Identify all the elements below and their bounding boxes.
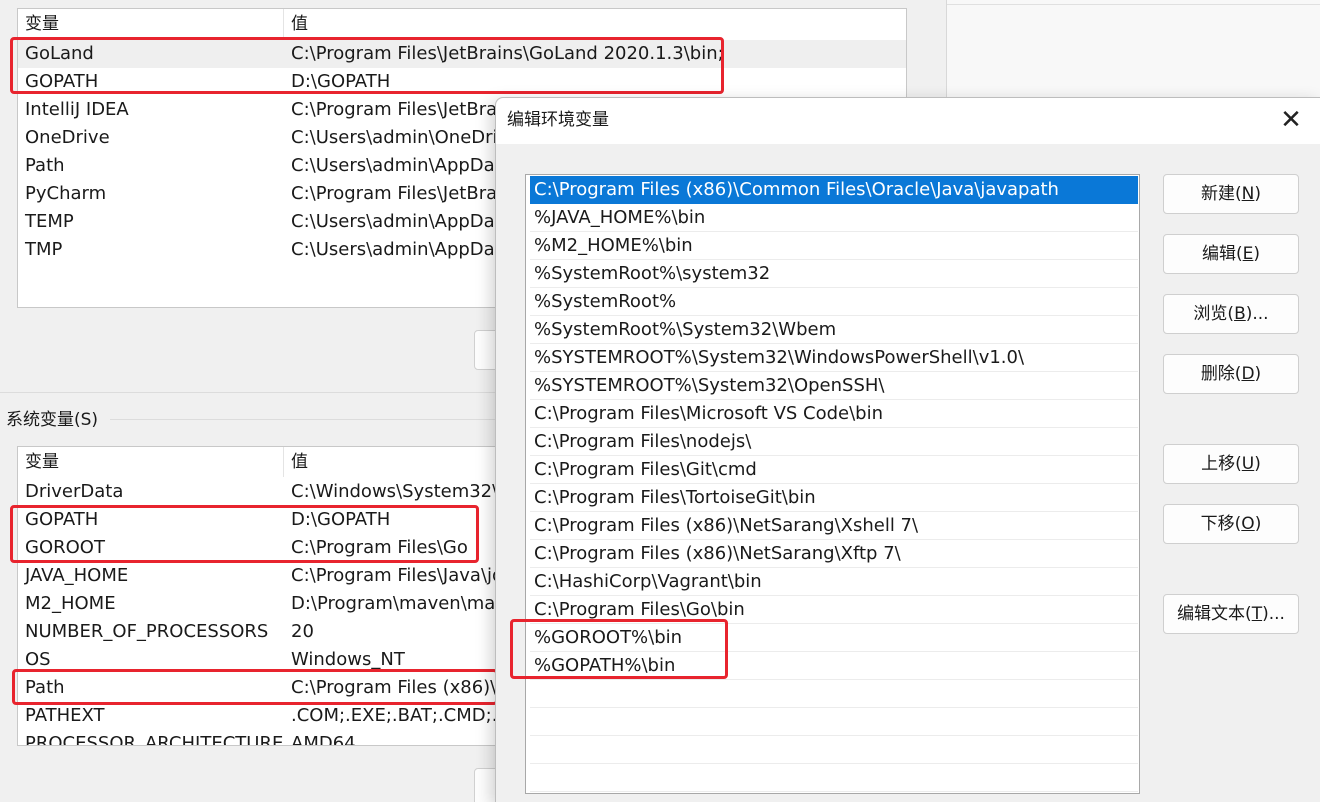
variable-name-cell: Path xyxy=(25,155,65,176)
dialog-titlebar: 编辑环境变量 ✕ xyxy=(496,98,1320,144)
variable-name-cell: GoLand xyxy=(25,43,94,64)
browse-button-label: 浏览( xyxy=(1193,304,1235,324)
new-button-tail: ) xyxy=(1254,184,1261,204)
variable-name-cell: GOROOT xyxy=(25,537,105,558)
delete-button-key: D xyxy=(1241,364,1255,384)
variable-name-cell: DriverData xyxy=(25,481,124,502)
variable-value-cell: D:\GOPATH xyxy=(291,71,391,92)
browse-button[interactable]: 浏览(B)... xyxy=(1163,294,1299,334)
variable-name-cell: Path xyxy=(25,677,65,698)
list-empty-row xyxy=(530,680,1138,708)
list-item[interactable]: %SYSTEMROOT%\System32\WindowsPowerShell\… xyxy=(530,344,1138,372)
variable-value-cell: C:\Program Files\JetBrains\GoLand 2020.1… xyxy=(291,43,724,64)
new-button-key: N xyxy=(1241,184,1255,204)
list-item[interactable]: C:\Program Files\Go\bin xyxy=(530,596,1138,624)
move-down-button-key: O xyxy=(1241,514,1255,534)
variable-name-cell: JAVA_HOME xyxy=(25,565,129,586)
delete-button-tail: ) xyxy=(1254,364,1262,384)
list-item[interactable]: C:\Program Files (x86)\Common Files\Orac… xyxy=(530,176,1138,204)
edit-button-label: 编辑( xyxy=(1201,244,1243,264)
move-down-button-label: 下移( xyxy=(1200,514,1242,534)
column-header-name[interactable]: 变量 xyxy=(18,9,284,39)
edit-text-button-tail: )... xyxy=(1262,604,1285,624)
list-item[interactable]: %SYSTEMROOT%\System32\OpenSSH\ xyxy=(530,372,1138,400)
variable-name-cell: OS xyxy=(25,649,51,670)
move-up-button-tail: ) xyxy=(1254,454,1261,474)
list-item[interactable]: C:\Program Files (x86)\NetSarang\Xshell … xyxy=(530,512,1138,540)
list-item[interactable]: %GOROOT%\bin xyxy=(530,624,1138,652)
table-row[interactable]: GOPATH D:\GOPATH xyxy=(18,68,906,96)
system-variables-label: 系统变量(S) xyxy=(6,410,99,430)
list-empty-row xyxy=(530,764,1138,792)
edit-button-tail: ) xyxy=(1253,244,1261,264)
path-entries-list[interactable]: C:\Program Files (x86)\Common Files\Orac… xyxy=(525,174,1140,794)
user-variables-header: 变量 值 xyxy=(18,9,906,39)
delete-button[interactable]: 删除(D) xyxy=(1163,354,1299,394)
list-item[interactable]: C:\Program Files\Git\cmd xyxy=(530,456,1138,484)
browse-button-key: B xyxy=(1234,304,1246,324)
list-item[interactable]: %GOPATH%\bin xyxy=(530,652,1138,680)
dialog-title: 编辑环境变量 xyxy=(507,110,609,130)
move-down-button-tail: ) xyxy=(1254,514,1262,534)
path-entries: C:\Program Files (x86)\Common Files\Orac… xyxy=(530,176,1138,792)
list-item[interactable]: %SystemRoot%\System32\Wbem xyxy=(530,316,1138,344)
list-item[interactable]: C:\HashiCorp\Vagrant\bin xyxy=(530,568,1138,596)
edit-button-key: E xyxy=(1242,244,1254,264)
variable-name-cell: PROCESSOR_ARCHITECTURE xyxy=(25,733,284,746)
variable-name-cell: TMP xyxy=(25,239,63,260)
edit-button[interactable]: 编辑(E) xyxy=(1163,234,1299,274)
variable-name-cell: PyCharm xyxy=(25,183,107,204)
move-up-button[interactable]: 上移(U) xyxy=(1163,444,1299,484)
new-button[interactable]: 新建(N) xyxy=(1163,174,1299,214)
move-up-button-label: 上移( xyxy=(1201,454,1242,474)
list-item[interactable]: C:\Program Files (x86)\NetSarang\Xftp 7\ xyxy=(530,540,1138,568)
column-header-value[interactable]: 值 xyxy=(284,9,906,39)
edit-text-button[interactable]: 编辑文本(T)... xyxy=(1163,594,1299,634)
variable-name-cell: IntelliJ IDEA xyxy=(25,99,129,120)
delete-button-label: 删除( xyxy=(1200,364,1242,384)
move-up-button-key: U xyxy=(1241,454,1255,474)
edit-text-button-key: T xyxy=(1251,604,1263,624)
variable-name-cell: GOPATH xyxy=(25,71,99,92)
table-row[interactable]: GoLand C:\Program Files\JetBrains\GoLand … xyxy=(18,40,906,68)
list-item[interactable]: %SystemRoot%\system32 xyxy=(530,260,1138,288)
close-icon[interactable]: ✕ xyxy=(1276,106,1306,136)
edit-env-variable-dialog: 编辑环境变量 ✕ C:\Program Files (x86)\Common F… xyxy=(495,97,1320,802)
new-button-label: 新建( xyxy=(1201,184,1242,204)
panel-divider xyxy=(947,4,1320,5)
variable-name-cell: PATHEXT xyxy=(25,705,105,726)
list-item[interactable]: C:\Program Files\Microsoft VS Code\bin xyxy=(530,400,1138,428)
list-item[interactable]: %SystemRoot% xyxy=(530,288,1138,316)
list-item[interactable]: C:\Program Files\TortoiseGit\bin xyxy=(530,484,1138,512)
variable-name-cell: NUMBER_OF_PROCESSORS xyxy=(25,621,269,642)
browse-button-tail: )... xyxy=(1245,304,1269,324)
list-empty-row xyxy=(530,736,1138,764)
edit-text-button-label: 编辑文本( xyxy=(1177,604,1252,624)
variable-name-cell: OneDrive xyxy=(25,127,110,148)
variable-name-cell: TEMP xyxy=(25,211,74,232)
move-down-button[interactable]: 下移(O) xyxy=(1163,504,1299,544)
column-header-name[interactable]: 变量 xyxy=(18,447,284,477)
list-item[interactable]: C:\Program Files\nodejs\ xyxy=(530,428,1138,456)
variable-name-cell: M2_HOME xyxy=(25,593,116,614)
variable-name-cell: GOPATH xyxy=(25,509,99,530)
list-empty-row xyxy=(530,708,1138,736)
list-item[interactable]: %JAVA_HOME%\bin xyxy=(530,204,1138,232)
list-item[interactable]: %M2_HOME%\bin xyxy=(530,232,1138,260)
